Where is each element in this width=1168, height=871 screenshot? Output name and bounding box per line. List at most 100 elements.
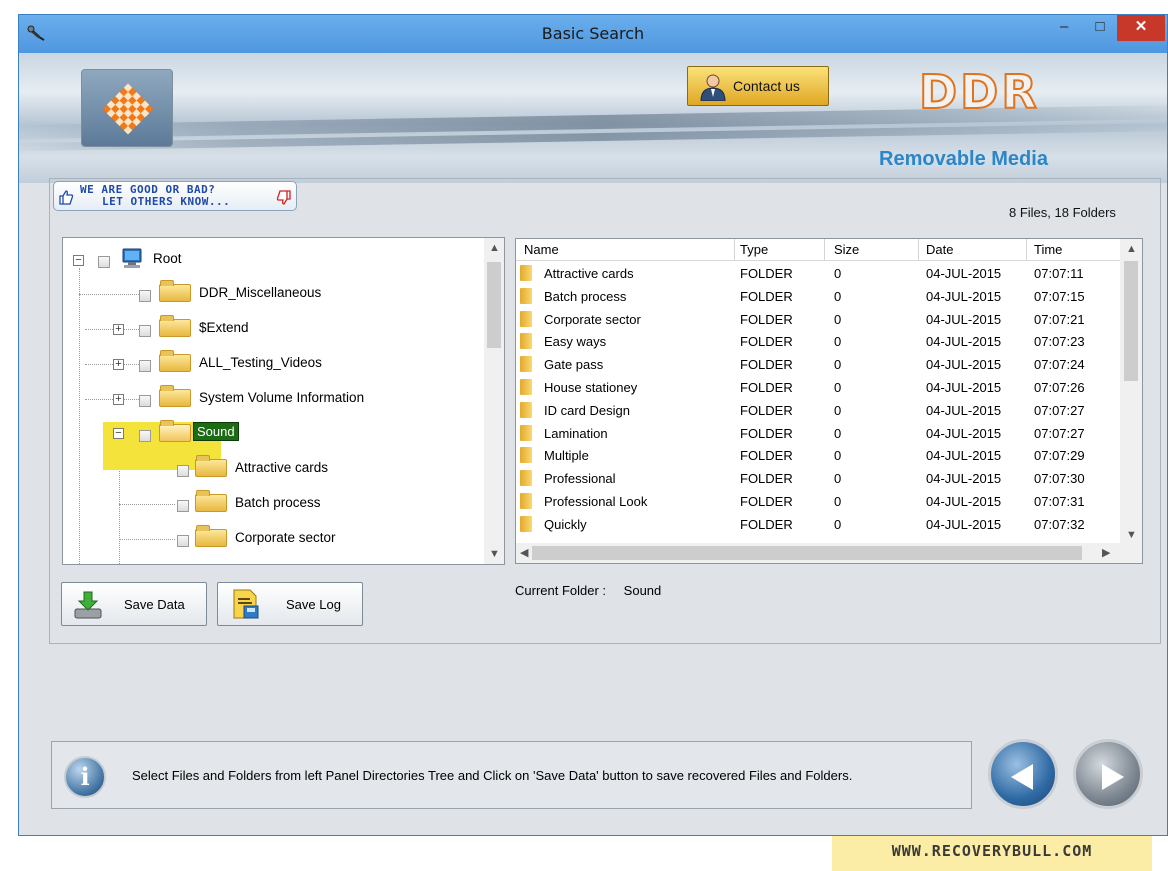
- table-row[interactable]: Attractive cards FOLDER 0 04-JUL-2015 07:07:…: [516, 262, 1122, 285]
- tree-connector: [119, 504, 175, 505]
- feedback-line-2: LET OTHERS KNOW...: [102, 195, 231, 208]
- table-row[interactable]: Gate pass FOLDER 0 04-JUL-2015 07:07:24: [516, 353, 1122, 376]
- feedback-button[interactable]: WE ARE GOOD OR BAD? LET OTHERS KNOW...: [53, 181, 297, 211]
- grid-hscroll-thumb[interactable]: [532, 546, 1082, 560]
- table-row[interactable]: Multiple FOLDER 0 04-JUL-2015 07:07:29: [516, 444, 1122, 467]
- table-row[interactable]: Professional FOLDER 0 04-JUL-2015 07:07:30: [516, 467, 1122, 490]
- window-title: Basic Search: [541, 24, 645, 43]
- table-row[interactable]: Corporate sector FOLDER 0 04-JUL-2015 07:07:…: [516, 308, 1122, 331]
- grid-scroll-thumb[interactable]: [1124, 261, 1138, 381]
- table-cell-type: FOLDER: [740, 311, 793, 327]
- grid-vertical-scrollbar[interactable]: ▲ ▼: [1120, 239, 1142, 545]
- maximize-button[interactable]: □: [1085, 15, 1115, 41]
- contact-us-button[interactable]: Contact us: [687, 66, 829, 106]
- table-row[interactable]: Lamination FOLDER 0 04-JUL-2015 07:07:27: [516, 422, 1122, 445]
- tree-checkbox[interactable]: [139, 360, 151, 372]
- thumbs-up-icon: [59, 190, 74, 205]
- computer-icon: [122, 248, 142, 268]
- tree-checkbox[interactable]: [139, 430, 151, 442]
- back-button[interactable]: [988, 739, 1058, 809]
- table-cell-date: 04-JUL-2015: [926, 516, 1002, 532]
- table-cell-size: 0: [834, 380, 842, 395]
- column-header-size[interactable]: Size: [834, 242, 859, 257]
- directory-tree[interactable]: − Root DDR_Miscellaneous + $Extend + ALL…: [62, 237, 505, 565]
- table-cell-type: FOLDER: [740, 494, 793, 509]
- product-logo: [81, 69, 173, 147]
- table-cell-time: 07:07:11: [1034, 266, 1084, 281]
- open-folder-icon: [159, 420, 191, 442]
- current-folder-label: Current Folder :: [515, 583, 607, 598]
- scroll-down-arrow-icon[interactable]: ▼: [489, 548, 500, 560]
- expand-toggle[interactable]: +: [113, 394, 124, 405]
- folder-icon: [159, 350, 191, 372]
- table-row[interactable]: Easy ways FOLDER 0 04-JUL-2015 07:07:23: [516, 330, 1122, 353]
- table-cell-date: 04-JUL-2015: [926, 471, 1002, 487]
- tree-checkbox[interactable]: [177, 535, 189, 547]
- table-cell-size: 0: [834, 448, 842, 464]
- save-log-button[interactable]: Save Log: [217, 582, 363, 626]
- column-header-name[interactable]: Name: [524, 242, 559, 257]
- minimize-button[interactable]: –: [1049, 15, 1079, 41]
- table-row[interactable]: ID card Design FOLDER 0 04-JUL-2015 07:07:27: [516, 399, 1122, 422]
- folder-icon: [520, 424, 532, 441]
- tree-checkbox[interactable]: [139, 395, 151, 407]
- tree-child-batch-process[interactable]: Batch process: [235, 495, 321, 519]
- expand-toggle[interactable]: +: [113, 324, 124, 335]
- tree-item-extend[interactable]: $Extend: [199, 320, 249, 344]
- title-bar[interactable]: Basic Search – □ ✕: [19, 15, 1167, 53]
- table-row[interactable]: Professional Look FOLDER 0 04-JUL-2015 07:07…: [516, 490, 1122, 513]
- tree-child-attractive-cards[interactable]: Attractive cards: [235, 460, 328, 484]
- table-cell-type: FOLDER: [740, 266, 793, 281]
- table-row[interactable]: Batch process FOLDER 0 04-JUL-2015 07:07:15: [516, 285, 1122, 308]
- close-button[interactable]: ✕: [1117, 15, 1165, 41]
- scroll-up-arrow-icon[interactable]: ▲: [489, 242, 500, 254]
- table-cell-type: FOLDER: [740, 380, 793, 395]
- tree-scroll-thumb[interactable]: [487, 262, 501, 348]
- scroll-up-arrow-icon[interactable]: ▲: [1126, 243, 1137, 255]
- table-cell-type: FOLDER: [740, 357, 793, 373]
- tree-connector: [79, 268, 80, 564]
- save-data-label: Save Data: [124, 597, 185, 612]
- tree-child-corporate-sector[interactable]: Corporate sector: [235, 530, 336, 554]
- table-cell-date: 04-JUL-2015: [926, 288, 1002, 304]
- scroll-right-arrow-icon[interactable]: ▶: [1102, 546, 1110, 559]
- table-cell-date: 04-JUL-2015: [926, 494, 1002, 509]
- expand-toggle[interactable]: +: [113, 359, 124, 370]
- table-cell-name: Professional: [544, 471, 616, 487]
- root-checkbox[interactable]: [98, 256, 110, 268]
- folder-icon: [159, 280, 191, 302]
- table-row[interactable]: House stationey FOLDER 0 04-JUL-2015 07:07:2…: [516, 376, 1122, 399]
- tree-vertical-scrollbar[interactable]: ▲ ▼: [484, 238, 504, 564]
- column-header-date[interactable]: Date: [926, 242, 953, 257]
- next-button[interactable]: [1073, 739, 1143, 809]
- folder-icon: [520, 401, 532, 418]
- table-row[interactable]: Quickly FOLDER 0 04-JUL-2015 07:07:32: [516, 513, 1122, 536]
- folder-icon: [520, 333, 532, 350]
- tree-item-ddr-misc[interactable]: DDR_Miscellaneous: [199, 285, 321, 309]
- tree-connector: [85, 399, 139, 400]
- contact-us-label: Contact us: [733, 78, 800, 94]
- file-list-grid[interactable]: Name Type Size Date Time Attractive card…: [515, 238, 1143, 564]
- watermark: WWW.RECOVERYBULL.COM: [832, 836, 1152, 871]
- tree-checkbox[interactable]: [177, 500, 189, 512]
- scroll-down-arrow-icon[interactable]: ▼: [1126, 529, 1137, 541]
- header-banner: Contact us DDR Removable Media: [19, 53, 1167, 183]
- scroll-left-arrow-icon[interactable]: ◀: [520, 546, 528, 559]
- tree-item-sound[interactable]: Sound: [193, 422, 239, 441]
- table-cell-date: 04-JUL-2015: [926, 266, 1002, 281]
- tree-checkbox[interactable]: [139, 290, 151, 302]
- grid-horizontal-scrollbar[interactable]: ◀ ▶: [516, 543, 1142, 563]
- column-header-type[interactable]: Type: [740, 242, 768, 257]
- table-cell-time: 07:07:32: [1034, 516, 1085, 532]
- collapse-toggle[interactable]: −: [113, 428, 124, 439]
- table-cell-date: 04-JUL-2015: [926, 425, 1002, 441]
- tree-item-all-testing-videos[interactable]: ALL_Testing_Videos: [199, 355, 322, 379]
- tree-checkbox[interactable]: [177, 465, 189, 477]
- tree-checkbox[interactable]: [139, 325, 151, 337]
- tree-root-label[interactable]: Root: [153, 251, 182, 275]
- save-data-button[interactable]: Save Data: [61, 582, 207, 626]
- column-header-time[interactable]: Time: [1034, 242, 1062, 257]
- table-cell-time: 07:07:29: [1034, 448, 1085, 464]
- collapse-toggle[interactable]: −: [73, 255, 84, 266]
- tree-item-system-volume[interactable]: System Volume Information: [199, 390, 364, 414]
